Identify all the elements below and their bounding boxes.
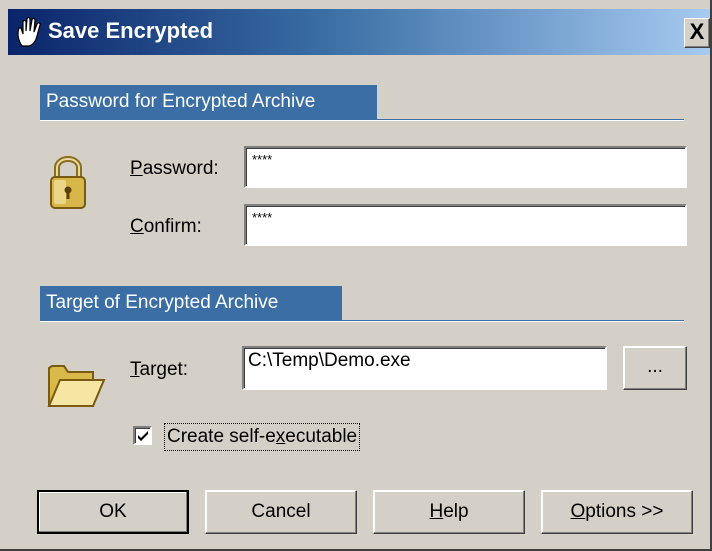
help-button[interactable]: Help — [373, 490, 525, 534]
self-extract-checkbox[interactable] — [133, 426, 152, 445]
window-title: Save Encrypted — [48, 18, 214, 43]
close-button[interactable]: X — [684, 18, 710, 48]
target-path-input[interactable]: C:\Temp\Demo.exe — [242, 346, 607, 390]
confirm-password-input[interactable]: **** — [244, 204, 687, 246]
self-extract-label[interactable]: Create self-executable — [164, 423, 361, 451]
target-section-divider-highlight — [40, 321, 684, 322]
ok-button[interactable]: OK — [37, 490, 189, 534]
cancel-button[interactable]: Cancel — [205, 490, 357, 534]
padlock-icon — [50, 156, 86, 209]
save-encrypted-dialog: Save Encrypted X Password for Encrypted … — [0, 0, 712, 551]
target-section-header: Target of Encrypted Archive — [40, 286, 342, 320]
confirm-label: Confirm: — [130, 216, 202, 237]
password-section-header: Password for Encrypted Archive — [40, 85, 377, 119]
password-label: Password: — [130, 158, 219, 179]
folder-icon — [47, 365, 106, 407]
options-button[interactable]: Options >> — [541, 490, 693, 534]
target-label: Target: — [130, 359, 189, 380]
checkmark-icon — [138, 431, 148, 441]
browse-button[interactable]: ... — [623, 346, 687, 390]
hand-icon — [17, 16, 41, 47]
password-section-divider-highlight — [40, 120, 684, 121]
title-bar[interactable]: Save Encrypted X — [8, 9, 710, 55]
password-input[interactable]: **** — [244, 146, 687, 188]
